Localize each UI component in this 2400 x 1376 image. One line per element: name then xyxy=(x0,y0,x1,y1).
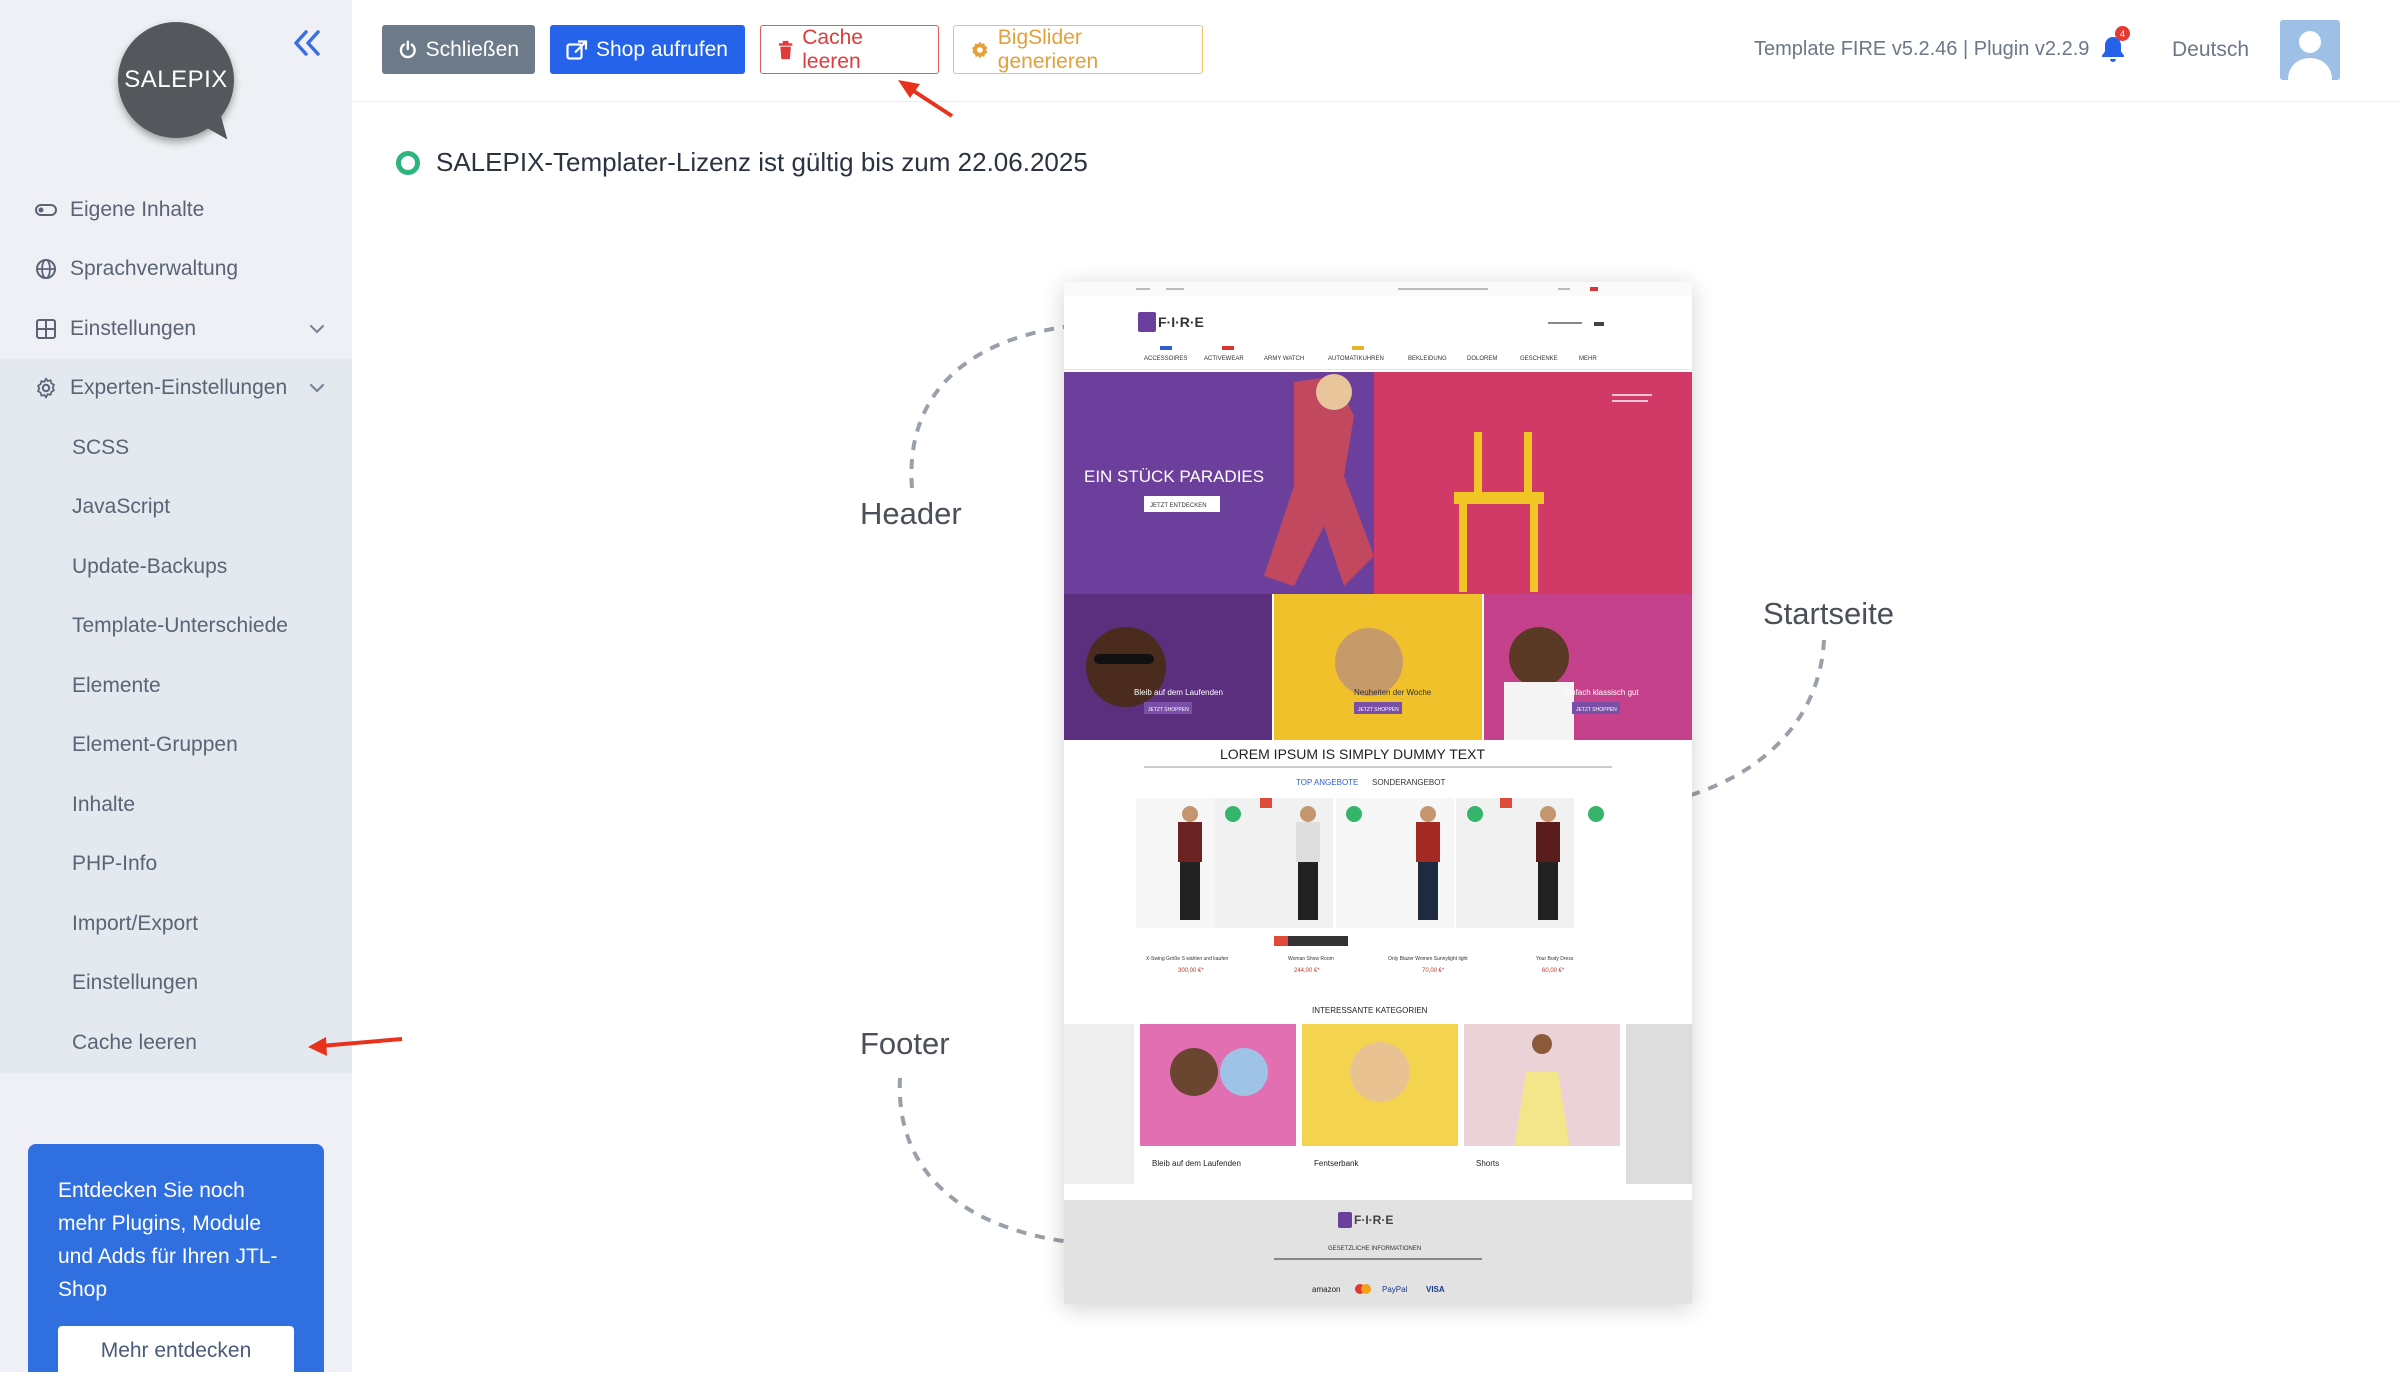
sidebar-nav: Eigene Inhalte Sprachverwaltung Einstell… xyxy=(0,180,352,1073)
expert-settings-group: Experten-Einstellungen SCSS JavaScript U… xyxy=(0,358,352,1073)
preview-product-price: 60,00 €* xyxy=(1542,968,1565,974)
preview-tile-text: Einfach klassisch gut xyxy=(1564,688,1639,697)
preview-hero-title: EIN STÜCK PARADIES xyxy=(1084,467,1264,486)
preview-nav-item: MEHR xyxy=(1579,356,1597,362)
preview-product-name: Woman Show Room xyxy=(1288,956,1334,962)
sidebar-item-label: Sprachverwaltung xyxy=(70,257,239,281)
preview-payment-amazon: amazon xyxy=(1312,1285,1340,1294)
preview-product-name: Only Blazer Women Sunnylight light xyxy=(1388,956,1468,962)
toggle-icon xyxy=(35,203,57,216)
clear-cache-label: Cache leeren xyxy=(802,25,863,73)
preview-nav-item: GESCHENKE xyxy=(1520,356,1558,362)
preview-tile-button: JETZT SHOPPEN xyxy=(1576,707,1617,713)
sidebar-subitem-inhalte[interactable]: Inhalte xyxy=(0,775,352,835)
sidebar-subitem-elemente[interactable]: Elemente xyxy=(0,656,352,716)
sidebar-subitem-scss[interactable]: SCSS xyxy=(0,418,352,478)
clear-cache-button[interactable]: Cache leeren xyxy=(760,25,939,74)
promo-box: Entdecken Sie noch mehr Plugins, Module … xyxy=(28,1144,324,1376)
preview-tile-button: JETZT SHOPPEN xyxy=(1148,707,1189,713)
sidebar-item-label: Einstellungen xyxy=(70,316,197,340)
shop-preview-image: F·I·R·E ACCESSOIRES ACTIVEWEAR ARMY WATC… xyxy=(1064,282,1692,1304)
preview-nav-item: DOLOREM xyxy=(1467,356,1497,362)
chevron-down-icon xyxy=(309,324,325,334)
sidebar-item-experten-einstellungen[interactable]: Experten-Einstellungen xyxy=(0,359,352,419)
sidebar-subitem-template-unterschiede[interactable]: Template-Unterschiede xyxy=(0,597,352,657)
preview-category-label: Fentserbank xyxy=(1314,1159,1359,1168)
power-icon xyxy=(399,39,416,58)
discover-more-button[interactable]: Mehr entdecken xyxy=(58,1326,294,1376)
preview-footer-title: GESETZLICHE INFORMATIONEN xyxy=(1328,1246,1421,1252)
preview-footer-brand: F·I·R·E xyxy=(1354,1213,1393,1227)
external-link-icon xyxy=(566,39,588,60)
open-shop-button[interactable]: Shop aufrufen xyxy=(550,25,745,74)
preview-nav-item: ACTIVEWEAR xyxy=(1204,356,1244,362)
open-shop-label: Shop aufrufen xyxy=(596,37,728,61)
gear-icon xyxy=(37,377,55,399)
preview-tile-text: Bleib auf dem Laufenden xyxy=(1134,688,1223,697)
globe-icon xyxy=(36,259,56,280)
preview-product-price: 300,00 €* xyxy=(1178,968,1204,974)
double-chevron-left-icon[interactable] xyxy=(290,28,324,58)
preview-hero-button: JETZT ENTDECKEN xyxy=(1150,503,1207,509)
preview-category-label: Bleib auf dem Laufenden xyxy=(1152,1159,1241,1168)
version-info: Template FIRE v5.2.46 | Plugin v2.2.9 xyxy=(1754,38,2090,60)
sidebar-item-sprachverwaltung[interactable]: Sprachverwaltung xyxy=(0,240,352,300)
preview-tile-button: JETZT SHOPPEN xyxy=(1358,707,1399,713)
preview-nav-item: AUTOMATIKUHREN xyxy=(1328,356,1384,362)
gear-icon xyxy=(972,40,988,59)
sidebar-subitem-cache-leeren[interactable]: Cache leeren xyxy=(0,1013,352,1073)
promo-text: Entdecken Sie noch mehr Plugins, Module … xyxy=(58,1179,278,1301)
sidebar-subitem-javascript[interactable]: JavaScript xyxy=(0,478,352,538)
preview-product-name: Your Body Dress xyxy=(1536,956,1574,962)
language-selector[interactable]: Deutsch xyxy=(2172,38,2249,62)
sidebar-subitem-import-export[interactable]: Import/Export xyxy=(0,894,352,954)
salepix-logo[interactable]: SALEPIX xyxy=(118,22,238,148)
user-avatar[interactable] xyxy=(2280,20,2340,80)
preview-nav-item: ACCESSOIRES xyxy=(1144,356,1187,362)
sidebar-item-label: Experten-Einstellungen xyxy=(70,376,288,400)
chevron-down-icon xyxy=(309,384,325,393)
trash-icon xyxy=(778,40,793,59)
preview-tab: TOP ANGEBOTE xyxy=(1296,778,1358,787)
user-icon xyxy=(2288,31,2332,80)
preview-tab: SONDERANGEBOT xyxy=(1372,778,1445,787)
sidebar-subitem-einstellungen[interactable]: Einstellungen xyxy=(0,954,352,1014)
sidebar-subitem-element-gruppen[interactable]: Element-Gruppen xyxy=(0,716,352,776)
close-button-label: Schließen xyxy=(425,37,519,61)
generate-bigslider-button[interactable]: BigSlider generieren xyxy=(953,25,1203,74)
sidebar-subitem-php-info[interactable]: PHP-Info xyxy=(0,835,352,895)
close-button[interactable]: Schließen xyxy=(382,25,535,74)
sidebar-item-einstellungen[interactable]: Einstellungen xyxy=(0,299,352,359)
license-text: SALEPIX-Templater-Lizenz ist gültig bis … xyxy=(436,147,1088,177)
grid-icon xyxy=(36,318,56,339)
annotation-startseite: Startseite xyxy=(1763,596,1894,631)
preview-brand: F·I·R·E xyxy=(1158,314,1204,330)
license-status: SALEPIX-Templater-Lizenz ist gültig bis … xyxy=(396,147,1088,178)
license-status-indicator xyxy=(396,150,420,175)
sidebar-item-label: Eigene Inhalte xyxy=(70,197,205,221)
preview-payment-visa: VISA xyxy=(1426,1285,1445,1294)
generate-bigslider-label: BigSlider generieren xyxy=(997,25,1099,73)
shop-preview: F·I·R·E ACCESSOIRES ACTIVEWEAR ARMY WATC… xyxy=(1064,282,1692,1304)
preview-nav-item: BEKLEIDUNG xyxy=(1408,356,1447,362)
preview-categories-title: INTERESSANTE KATEGORIEN xyxy=(1312,1006,1428,1015)
preview-tile-text: Neuheiten der Woche xyxy=(1354,688,1432,697)
sidebar: SALEPIX Eigene Inhalte Sprachverwaltung … xyxy=(0,0,352,1376)
preview-payment-paypal: PayPal xyxy=(1382,1285,1408,1294)
top-toolbar: Schließen Shop aufrufen Cache leeren Big… xyxy=(352,0,2400,102)
preview-nav-item: ARMY WATCH xyxy=(1264,356,1304,362)
preview-product-name: X-Swing Größe S wählen und kaufen xyxy=(1146,956,1228,962)
annotation-footer: Footer xyxy=(860,1026,950,1061)
preview-category-label: Shorts xyxy=(1476,1159,1499,1168)
fire-logo-mark xyxy=(1138,312,1156,332)
sidebar-subitem-update-backups[interactable]: Update-Backups xyxy=(0,537,352,597)
preview-section-title: LOREM IPSUM IS SIMPLY DUMMY TEXT xyxy=(1220,746,1485,762)
preview-product-price: 244,00 €* xyxy=(1294,968,1320,974)
sidebar-item-eigene-inhalte[interactable]: Eigene Inhalte xyxy=(0,180,352,240)
preview-product-price: 70,00 €* xyxy=(1422,968,1445,974)
annotation-header: Header xyxy=(860,496,962,531)
notification-badge: 4 xyxy=(2115,26,2130,41)
